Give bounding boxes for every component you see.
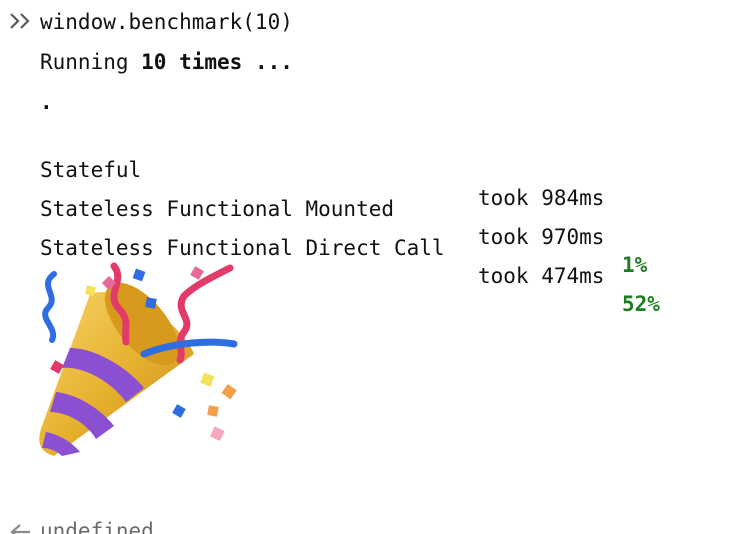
running-suffix: times ...: [166, 50, 293, 74]
result-time: took 474ms: [478, 264, 605, 288]
console-return-value: undefined: [40, 519, 154, 534]
party-popper-icon: [39, 262, 238, 456]
console-running-line: Running 10 times ...: [40, 48, 293, 76]
running-count: 10: [141, 50, 167, 74]
result-diff: 1%: [622, 253, 648, 277]
prompt-chevron-icon: [10, 13, 30, 29]
result-row: Stateful took 984ms: [40, 128, 720, 210]
progress-dot: .: [40, 90, 53, 114]
return-arrow-icon: [10, 524, 30, 534]
result-diff: 52%: [622, 292, 660, 316]
result-row: Stateless Functional Direct Call took 47…: [40, 206, 720, 316]
result-row: Stateless Functional Mounted took 970ms …: [40, 167, 720, 277]
console-input-command[interactable]: window.benchmark(10): [40, 8, 293, 36]
running-prefix: Running: [40, 50, 142, 74]
